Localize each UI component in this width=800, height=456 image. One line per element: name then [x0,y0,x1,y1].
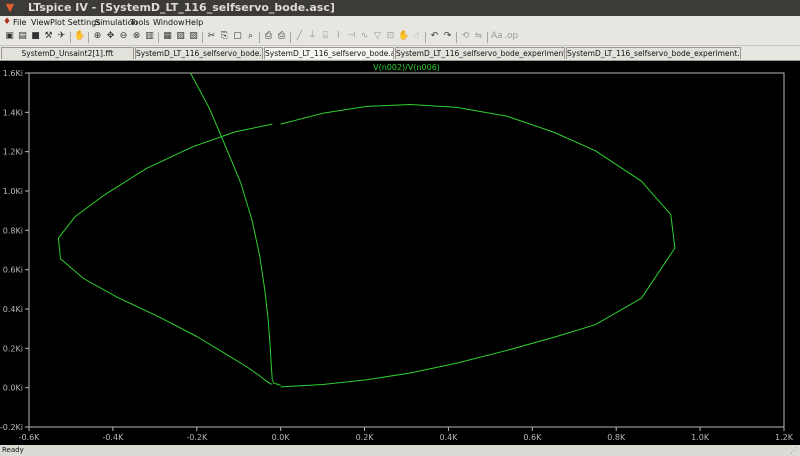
tab-selfservo-bode-active[interactable]: SystemD_LT_116_selfservo_bode.asc [264,47,394,59]
menu-plot-settings[interactable]: Plot Settings [50,18,100,27]
trace-series-0 [280,104,676,388]
toolbar-separator [202,32,203,43]
halt-icon[interactable]: ✋ [74,31,85,42]
find-icon[interactable]: ⌕ [245,31,256,42]
y-tick-label: -0.2Ki [0,423,23,432]
component-icon[interactable]: ⊡ [385,31,396,42]
wire-icon[interactable]: ╱ [294,31,305,42]
toolbar-separator [259,32,260,43]
status-bar: Ready ⋰ [0,445,800,456]
print-icon[interactable]: ⎙ [276,31,287,42]
toolbar-separator [158,32,159,43]
ground-icon[interactable]: ⏚ [307,31,318,42]
x-tick-label: 0.6K [523,433,542,442]
move-icon[interactable]: ✋ [398,31,409,42]
resize-grip-icon[interactable]: ⋰ [790,446,798,455]
menu-tools[interactable]: Tools [130,18,150,27]
toolbar-separator [456,32,457,43]
trace-series-2 [190,73,281,386]
mirror-icon[interactable]: ⇋ [473,31,484,42]
status-text: Ready [2,446,24,454]
zoom-in-icon[interactable]: ⊕ [92,31,103,42]
y-tick-label: 1.4Ki [3,108,23,117]
title-bar[interactable]: ▼ LTspice IV - [SystemD_LT_116_selfservo… [0,0,800,16]
x-tick-label: 0.0K [272,433,291,442]
copy-icon[interactable]: ⎘ [219,31,230,42]
waveform-viewer[interactable]: 1.6Ki 1.4Ki 1.2Ki 1.0Ki 0.8Ki 0.6Ki 0.4Ki 0.2Ki… [0,61,800,445]
diode-icon[interactable]: ▽ [372,31,383,42]
x-tick-label: 1.2K [775,433,794,442]
menu-view[interactable]: View [31,18,50,27]
x-tick-label: 1.0K [691,433,710,442]
tile-vertical-icon[interactable]: ▧ [175,31,186,42]
cut-icon[interactable]: ✂ [206,31,217,42]
resistor-icon[interactable]: ⌇ [333,31,344,42]
trace-title: V(n002)/V(n006) [373,63,440,72]
x-tick-label: -0.4K [102,433,124,442]
y-tick-label: 0.4Ki [3,305,23,314]
capacitor-icon[interactable]: ⊣ [346,31,357,42]
tab-selfservo-bode-1[interactable]: SystemD_LT_116_selfservo_bode.asc [135,47,263,59]
menu-help[interactable]: Help [185,18,203,27]
document-tab-bar: SystemD_Unsaint2[1].fft SystemD_LT_116_s… [0,46,800,61]
x-tick-label: -0.6K [19,433,41,442]
label-icon[interactable]: ⌸ [320,31,331,42]
y-tick-label: 1.2Ki [3,148,23,157]
toolbar-separator [425,32,426,43]
run-icon[interactable]: ✈ [56,31,67,42]
x-tick-label: 0.8K [607,433,626,442]
menu-window[interactable]: Window [153,18,185,27]
inductor-icon[interactable]: ∿ [359,31,370,42]
cascade-icon[interactable]: ▨ [188,31,199,42]
tile-horizontal-icon[interactable]: ▦ [162,31,173,42]
rotate-icon[interactable]: ⟲ [460,31,471,42]
y-tick-label: 1.6Ki [3,69,23,78]
y-tick-label: 0.8Ki [3,226,23,235]
toolbar-separator [88,32,89,43]
y-tick-label: 0.0Ki [3,384,23,393]
x-tick-label: 0.4K [439,433,458,442]
drag-icon[interactable]: ☝ [411,31,422,42]
paste-icon[interactable]: ▢ [232,31,243,42]
menu-bar: ♦ File View Plot Settings Simulation Too… [0,16,800,30]
pan-icon[interactable]: ✥ [105,31,116,42]
y-tick-label: 0.2Ki [3,344,23,353]
tab-systemd-unsaint2-fft[interactable]: SystemD_Unsaint2[1].fft [1,47,134,59]
toolbar-separator [70,32,71,43]
zoom-fit-icon[interactable]: ⊗ [131,31,142,42]
open-icon[interactable]: ▤ [17,31,28,42]
y-tick-label: 0.6Ki [3,266,23,275]
control-panel-icon[interactable]: ⚒ [43,31,54,42]
app-icon: ▼ [5,1,15,14]
redo-icon[interactable]: ↷ [442,31,453,42]
plot-pane[interactable]: 1.6Ki 1.4Ki 1.2Ki 1.0Ki 0.8Ki 0.6Ki 0.4Ki 0.2Ki… [0,61,800,445]
autorange-icon[interactable]: ▥ [144,31,155,42]
toolbar-separator [487,32,488,43]
undo-icon[interactable]: ↶ [429,31,440,42]
trace-series-1 [57,123,273,385]
mdi-doc-icon[interactable]: ♦ [3,18,11,27]
spice-directive-icon[interactable]: .op [504,31,518,42]
window-title: LTspice IV - [SystemD_LT_116_selfservo_b… [28,1,335,14]
x-tick-label: 0.2K [356,433,375,442]
new-schematic-icon[interactable]: ▣ [4,31,15,42]
menu-file[interactable]: File [13,18,26,27]
text-icon[interactable]: Aa [491,31,503,42]
x-tick-label: -0.2K [186,433,208,442]
print-setup-icon[interactable]: ⎙ [263,31,274,42]
tab-selfservo-bode-experiment-1[interactable]: SystemD_LT_116_selfservo_bode_experiment… [395,47,565,59]
zoom-out-icon[interactable]: ⊖ [118,31,129,42]
y-tick-label: 1.0Ki [3,187,23,196]
toolbar: ▣ ▤ ■ ⚒ ✈ ✋ ⊕ ✥ ⊖ ⊗ ▥ ▦ ▧ ▨ ✂ ⎘ ▢ ⌕ ⎙ ⎙ ╱ ⏚ ⌸ ⌇ ⊣ ∿ ▽ ⊡ ✋ ☝ ↶ ↷ ⟲ ⇋ Aa .op [0,30,800,46]
toolbar-separator [290,32,291,43]
tab-selfservo-bode-experiment-2[interactable]: SystemD_LT_116_selfservo_bode_experiment… [566,47,741,59]
save-icon[interactable]: ■ [30,31,41,42]
